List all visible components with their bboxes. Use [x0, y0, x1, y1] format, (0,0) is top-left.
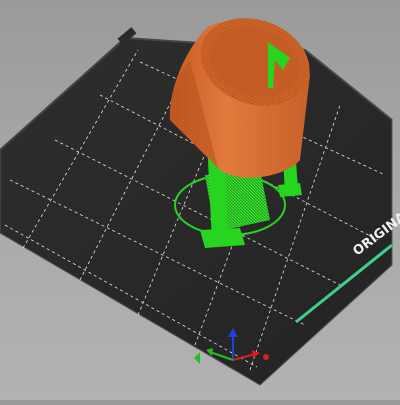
- 3d-viewport[interactable]: ORIGINAL: [0, 0, 400, 400]
